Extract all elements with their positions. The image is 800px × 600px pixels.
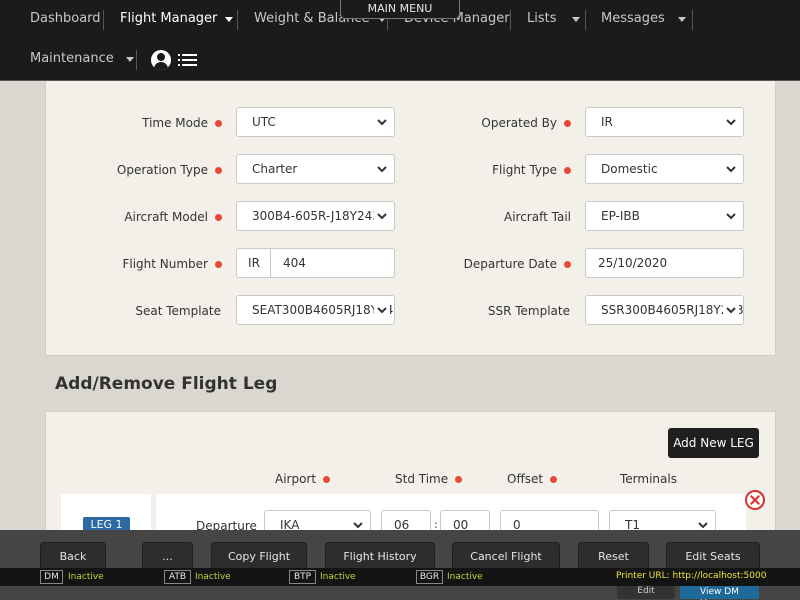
required-indicator <box>215 214 222 221</box>
seat-template-label: Seat Template <box>135 304 221 318</box>
offset-column-header: Offset <box>507 472 558 486</box>
nav-messages[interactable]: Messages <box>601 11 686 27</box>
time-mode-select[interactable]: UTC <box>236 107 395 137</box>
dm-status-value: Inactive <box>68 572 104 582</box>
nav-maintenance-label: Maintenance <box>30 51 114 66</box>
view-dm-message-button[interactable]: View DM Message <box>680 586 759 600</box>
required-indicator <box>215 167 222 174</box>
seat-template-select[interactable]: SEAT300B4605RJ18Y243 <box>236 295 395 325</box>
chevron-down-icon <box>125 56 134 62</box>
chevron-down-icon <box>723 155 739 183</box>
bgr-status-value: Inactive <box>447 572 483 582</box>
chevron-down-icon <box>225 16 234 22</box>
nav-lists[interactable]: Lists <box>527 11 580 27</box>
nav-maintenance[interactable]: Maintenance <box>30 51 134 67</box>
nav-flight-manager-label: Flight Manager <box>120 11 218 26</box>
chevron-down-icon <box>374 155 390 183</box>
required-indicator <box>215 120 222 127</box>
std-time-column-header: Std Time <box>395 472 463 486</box>
edit-button[interactable]: Edit <box>617 586 675 599</box>
aircraft-model-select[interactable]: 300B4-605R-J18Y243 <box>236 201 395 231</box>
required-indicator <box>564 120 571 127</box>
bgr-status-tag: BGR <box>416 570 443 584</box>
chevron-down-icon <box>723 202 739 230</box>
operation-type-label: Operation Type <box>117 163 222 177</box>
btp-status-tag: BTP <box>289 570 316 584</box>
operated-by-label: Operated By <box>481 116 571 130</box>
ssr-template-select[interactable]: SSR300B4605RJ18Y243 <box>585 295 744 325</box>
add-new-leg-button[interactable]: Add New LEG <box>668 428 759 458</box>
nav-lists-label: Lists <box>527 11 557 26</box>
operated-by-select[interactable]: IR <box>585 107 744 137</box>
nav-flight-manager[interactable]: Flight Manager <box>120 11 234 27</box>
nav-divider <box>510 10 511 30</box>
terminals-column-header: Terminals <box>620 472 677 486</box>
nav-divider <box>136 50 137 70</box>
flight-type-select[interactable]: Domestic <box>585 154 744 184</box>
aircraft-tail-select[interactable]: EP-IBB <box>585 201 744 231</box>
required-indicator <box>215 261 222 268</box>
chevron-down-icon <box>677 16 686 22</box>
nav-dashboard-label: Dashboard <box>30 11 101 26</box>
chevron-down-icon <box>374 202 390 230</box>
chevron-down-icon <box>374 108 390 136</box>
chevron-down-icon <box>723 296 739 324</box>
aircraft-tail-label: Aircraft Tail <box>504 210 571 224</box>
nav-divider <box>585 10 586 30</box>
nav-messages-label: Messages <box>601 11 665 26</box>
airport-column-header: Airport <box>275 472 331 486</box>
departure-date-input[interactable]: 25/10/2020 <box>585 248 744 278</box>
flight-number-input[interactable]: 404 <box>270 248 395 278</box>
atb-status-value: Inactive <box>195 572 231 582</box>
btp-status-value: Inactive <box>320 572 356 582</box>
flight-number-label: Flight Number <box>122 257 222 271</box>
dm-status-tag: DM <box>40 570 63 584</box>
required-indicator <box>564 261 571 268</box>
remove-leg-icon[interactable] <box>745 490 765 510</box>
flight-number-prefix: IR <box>236 248 271 278</box>
nav-dashboard[interactable]: Dashboard <box>30 11 101 27</box>
ssr-template-label: SSR Template <box>487 304 570 318</box>
required-indicator <box>323 476 331 483</box>
flight-leg-section-title: Add/Remove Flight Leg <box>55 374 278 394</box>
list-menu-icon[interactable] <box>178 54 197 67</box>
top-navigation: Dashboard Flight Manager Weight & Balanc… <box>0 0 800 81</box>
main-menu-toggle[interactable]: MAIN MENU <box>340 0 460 19</box>
departure-date-label: Departure Date <box>464 257 571 271</box>
user-profile-icon[interactable] <box>151 50 171 70</box>
flight-type-label: Flight Type <box>492 163 571 177</box>
nav-divider <box>692 10 693 30</box>
required-indicator <box>550 476 558 483</box>
required-indicator <box>455 476 463 483</box>
aircraft-model-label: Aircraft Model <box>124 210 222 224</box>
chevron-down-icon <box>571 16 580 22</box>
time-mode-label: Time Mode <box>142 116 222 130</box>
atb-status-tag: ATB <box>164 570 191 584</box>
required-indicator <box>564 167 571 174</box>
chevron-down-icon <box>374 296 390 324</box>
printer-url: Printer URL: http://localhost:5000 <box>616 571 767 581</box>
nav-divider <box>103 10 104 30</box>
chevron-down-icon <box>723 108 739 136</box>
operation-type-select[interactable]: Charter <box>236 154 395 184</box>
nav-divider <box>237 10 238 30</box>
